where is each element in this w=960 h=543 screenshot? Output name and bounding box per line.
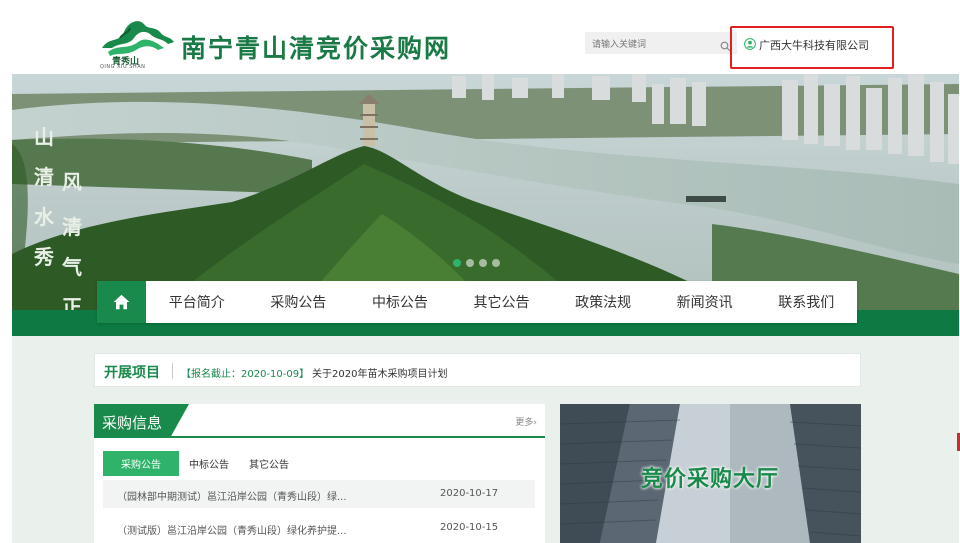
tab-procurement[interactable]: 采购公告: [103, 451, 179, 476]
procurement-panel: 采购信息 更多› 采购公告 中标公告 其它公告 （园林部中期测试）邕江沿岸公园（…: [94, 404, 545, 543]
nav-item-contact[interactable]: 联系我们: [755, 292, 857, 312]
notice-divider: [172, 363, 173, 379]
chevron-right-icon: ›: [533, 418, 537, 428]
search-input[interactable]: [585, 34, 713, 56]
header: 青秀山 QING XIU SHAN 南宁青山清竞价采购网 广西大牛科技有限公司: [0, 0, 960, 74]
svg-text:水: 水: [34, 205, 55, 229]
nav-item-news[interactable]: 新闻资讯: [654, 292, 756, 312]
main-nav: 平台简介 采购公告 中标公告 其它公告 政策法规 新闻资讯 联系我们: [97, 281, 857, 323]
home-icon: [113, 294, 130, 310]
svg-text:风: 风: [62, 170, 82, 194]
site-title: 南宁青山清竞价采购网: [181, 34, 452, 63]
row-date: 2020-10-15: [440, 522, 499, 533]
nav-item-procurement[interactable]: 采购公告: [248, 292, 350, 312]
svg-text:秀: 秀: [33, 245, 54, 269]
table-row[interactable]: （测试版）邕江沿岸公园（青秀山段）绿化养护提... 2020-10-15: [103, 514, 535, 542]
svg-text:山: 山: [34, 125, 54, 149]
svg-text:气: 气: [61, 255, 82, 279]
table-row[interactable]: （园林部中期测试）邕江沿岸公园（青秀山段）绿... 2020-10-17: [103, 480, 535, 508]
panel-title: 采购信息: [94, 404, 189, 438]
notice-title: 开展项目: [104, 365, 160, 381]
home-button[interactable]: [97, 281, 146, 323]
svg-text:清: 清: [62, 215, 82, 239]
nav-item-intro[interactable]: 平台简介: [146, 292, 248, 312]
user-account-link[interactable]: 广西大牛科技有限公司: [744, 37, 869, 53]
nav-item-policy[interactable]: 政策法规: [552, 292, 654, 312]
bidding-hall-banner[interactable]: 竞价采购大厅: [560, 404, 861, 543]
notice-deadline[interactable]: 【报名截止：2020-10-09】: [181, 365, 309, 380]
carousel-indicators: [453, 259, 500, 267]
nav-item-other[interactable]: 其它公告: [451, 292, 553, 312]
page: 青秀山 QING XIU SHAN 南宁青山清竞价采购网 广西大牛科技有限公司: [0, 0, 960, 543]
search-box: [585, 32, 737, 56]
carousel-dot[interactable]: [466, 259, 474, 267]
row-title[interactable]: （园林部中期测试）邕江沿岸公园（青秀山段）绿...: [117, 488, 347, 503]
user-avatar-icon: [744, 37, 756, 53]
logo-subtitle: QING XIU SHAN: [100, 64, 146, 70]
tab-other[interactable]: 其它公告: [239, 451, 299, 476]
nav-item-award[interactable]: 中标公告: [349, 292, 451, 312]
more-link[interactable]: 更多›: [515, 415, 537, 428]
panel-tabs: 采购公告 中标公告 其它公告: [103, 451, 299, 476]
more-label: 更多: [515, 418, 534, 428]
row-date: 2020-10-17: [440, 488, 499, 499]
carousel-dot[interactable]: [453, 259, 461, 267]
panel-header: 采购信息 更多›: [94, 404, 545, 438]
notice-link[interactable]: 关于2020年苗木采购项目计划: [312, 365, 447, 380]
bidding-hall-title: 竞价采购大厅: [641, 467, 780, 492]
row-title[interactable]: （测试版）邕江沿岸公园（青秀山段）绿化养护提...: [117, 522, 347, 537]
carousel-dot[interactable]: [479, 259, 487, 267]
tab-award[interactable]: 中标公告: [179, 451, 239, 476]
carousel-dot[interactable]: [492, 259, 500, 267]
svg-text:清: 清: [34, 165, 54, 189]
user-name: 广西大牛科技有限公司: [759, 39, 869, 52]
notice-bar: 开展项目 【报名截止：2020-10-09】 关于2020年苗木采购项目计划: [94, 353, 861, 387]
